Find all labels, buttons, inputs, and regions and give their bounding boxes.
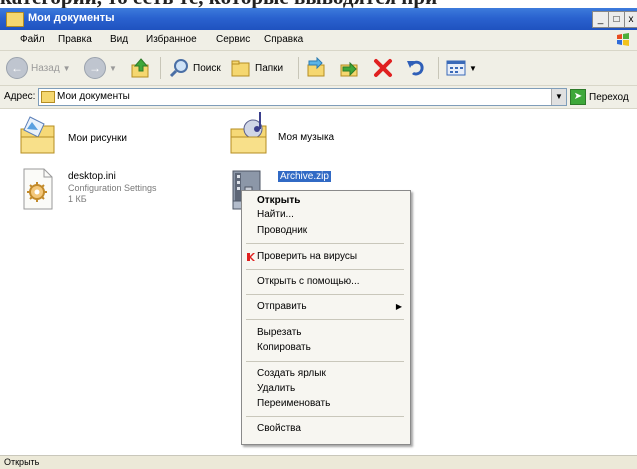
menu-item-open-with[interactable]: Открыть с помощью... bbox=[257, 276, 360, 287]
menu-item-copy[interactable]: Копировать bbox=[257, 342, 311, 353]
delete-button[interactable] bbox=[372, 56, 394, 80]
menu-separator bbox=[246, 294, 404, 295]
menu-item-scan-virus[interactable]: Проверить на вирусы bbox=[257, 251, 357, 262]
folders-label: Папки bbox=[255, 62, 284, 74]
move-to-button[interactable] bbox=[305, 56, 327, 80]
menu-separator bbox=[246, 269, 404, 270]
search-icon bbox=[169, 59, 188, 78]
background-document-text: категорий, то есть те, которые выводятся… bbox=[0, 0, 637, 8]
forward-arrow-icon: → bbox=[84, 57, 106, 79]
menu-separator bbox=[246, 319, 404, 320]
status-bar: Открыть bbox=[0, 455, 637, 469]
up-folder-icon bbox=[131, 58, 149, 78]
address-bar: Адрес: Мои документы ▼ ➤ Переход bbox=[0, 86, 637, 109]
settings-file-icon bbox=[23, 168, 53, 210]
menu-favorites[interactable]: Избранное bbox=[146, 34, 197, 45]
music-folder-icon bbox=[230, 112, 267, 154]
status-text: Открыть bbox=[4, 457, 40, 467]
toolbar-separator bbox=[438, 57, 439, 79]
file-type: Configuration Settings bbox=[68, 183, 157, 193]
file-name: Мои рисунки bbox=[68, 133, 127, 144]
menu-item-cut[interactable]: Вырезать bbox=[257, 327, 301, 338]
menu-separator bbox=[246, 243, 404, 244]
context-menu: Открыть Найти... Проводник Проверить на … bbox=[241, 190, 411, 445]
search-button[interactable]: Поиск bbox=[168, 56, 221, 80]
file-item-my-pictures[interactable]: Мои рисунки bbox=[18, 113, 198, 163]
file-list-view: Мои рисунки Моя музыка desktop.ini Confi… bbox=[0, 109, 637, 454]
folder-icon bbox=[41, 91, 55, 103]
menu-view[interactable]: Вид bbox=[110, 34, 128, 45]
menu-item-properties[interactable]: Свойства bbox=[257, 423, 301, 434]
windows-logo-icon bbox=[617, 33, 629, 46]
menu-item-send-to[interactable]: Отправить bbox=[257, 301, 307, 312]
kaspersky-k-icon bbox=[247, 253, 255, 261]
go-arrow-icon: ➤ bbox=[570, 89, 586, 105]
back-arrow-icon: ← bbox=[6, 57, 28, 79]
menu-separator bbox=[246, 361, 404, 362]
views-icon bbox=[446, 60, 466, 76]
address-input[interactable]: Мои документы ▼ bbox=[38, 88, 567, 106]
file-item-my-music[interactable]: Моя музыка bbox=[228, 109, 408, 161]
menu-file[interactable]: Файл bbox=[20, 34, 45, 45]
menu-tools[interactable]: Сервис bbox=[216, 34, 250, 45]
forward-button[interactable]: → ▼ bbox=[84, 56, 117, 80]
toolbar-separator bbox=[160, 57, 161, 79]
maximize-button[interactable]: □ bbox=[608, 11, 625, 28]
move-to-folder-icon bbox=[307, 57, 325, 77]
file-name: Archive.zip bbox=[278, 171, 331, 182]
menu-item-rename[interactable]: Переименовать bbox=[257, 398, 330, 409]
close-button[interactable]: x bbox=[624, 11, 637, 28]
views-button[interactable]: ▼ bbox=[445, 56, 477, 80]
address-value: Мои документы bbox=[57, 91, 130, 102]
back-label: Назад bbox=[31, 62, 60, 74]
undo-icon bbox=[407, 60, 424, 76]
back-button[interactable]: ← Назад ▼ bbox=[6, 56, 71, 80]
forward-dropdown-icon: ▼ bbox=[109, 63, 117, 73]
toolbar: ← Назад ▼ → ▼ Поиск Папки ▼ bbox=[0, 51, 637, 86]
file-size: 1 КБ bbox=[68, 194, 87, 204]
address-label: Адрес: bbox=[4, 91, 36, 102]
window-title: Мои документы bbox=[28, 12, 115, 24]
menu-bar: Файл Правка Вид Избранное Сервис Справка bbox=[0, 30, 637, 51]
file-name: Моя музыка bbox=[278, 132, 335, 143]
copy-to-folder-icon bbox=[340, 61, 358, 77]
menu-item-explorer[interactable]: Проводник bbox=[257, 225, 307, 236]
go-button[interactable]: ➤ Переход bbox=[570, 89, 629, 105]
folder-icon bbox=[6, 12, 24, 27]
go-label: Переход bbox=[589, 91, 629, 103]
folders-icon bbox=[231, 60, 250, 77]
toolbar-separator bbox=[298, 57, 299, 79]
views-dropdown-icon: ▼ bbox=[469, 63, 477, 73]
submenu-arrow-icon: ▶ bbox=[395, 302, 402, 311]
search-label: Поиск bbox=[193, 62, 221, 74]
up-folder-button[interactable] bbox=[130, 56, 152, 80]
file-name: desktop.ini bbox=[68, 171, 116, 182]
back-dropdown-icon: ▼ bbox=[62, 63, 71, 73]
minimize-button[interactable]: _ bbox=[592, 11, 609, 28]
pictures-folder-icon bbox=[20, 116, 55, 154]
file-item-desktop-ini[interactable]: desktop.ini Configuration Settings 1 КБ bbox=[18, 167, 208, 217]
menu-edit[interactable]: Правка bbox=[58, 34, 92, 45]
menu-item-find[interactable]: Найти... bbox=[257, 209, 294, 220]
menu-item-create-shortcut[interactable]: Создать ярлык bbox=[257, 368, 326, 379]
delete-x-icon bbox=[374, 59, 392, 77]
undo-button[interactable] bbox=[405, 56, 427, 80]
menu-help[interactable]: Справка bbox=[264, 34, 303, 45]
address-dropdown-icon[interactable]: ▼ bbox=[551, 89, 566, 105]
menu-item-open[interactable]: Открыть bbox=[257, 195, 300, 206]
title-bar[interactable]: Мои документы _ □ x bbox=[0, 8, 637, 30]
menu-separator bbox=[246, 416, 404, 417]
copy-to-button[interactable] bbox=[338, 56, 360, 80]
folders-button[interactable]: Папки bbox=[230, 56, 283, 80]
menu-item-delete[interactable]: Удалить bbox=[257, 383, 295, 394]
